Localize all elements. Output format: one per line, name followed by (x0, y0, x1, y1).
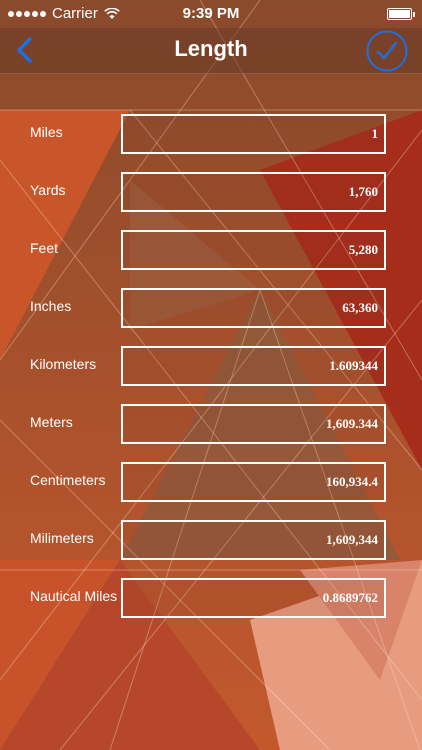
unit-value-field[interactable]: 1,760 (121, 172, 386, 212)
unit-label: Feet (30, 240, 59, 256)
status-bar: Carrier 9:39 PM (0, 0, 422, 28)
checkmark-icon (366, 30, 408, 72)
unit-label: Milimeters (30, 530, 94, 546)
done-button[interactable] (366, 30, 408, 72)
unit-value-field[interactable]: 5,280 (121, 230, 386, 270)
unit-row-yards: Yards 1,760 (0, 172, 422, 230)
unit-value-field[interactable]: 1,609.344 (121, 404, 386, 444)
unit-label: Meters (30, 414, 73, 430)
unit-row-meters: Meters 1,609.344 (0, 404, 422, 462)
page-title: Length (174, 36, 248, 61)
unit-value-field[interactable]: 63,360 (121, 288, 386, 328)
unit-row-nautical-miles: Nautical Miles 0.8689762 (0, 578, 422, 636)
unit-value-field[interactable]: 1.609344 (121, 346, 386, 386)
unit-row-feet: Feet 5,280 (0, 230, 422, 288)
unit-list: Miles 1 Yards 1,760 Feet 5,280 Inches 63… (0, 114, 422, 636)
status-time: 9:39 PM (182, 5, 240, 22)
unit-row-miles: Miles 1 (0, 114, 422, 172)
navigation-bar: Length (0, 28, 422, 74)
unit-label: Kilometers (30, 356, 97, 372)
unit-label: Yards (30, 182, 66, 198)
unit-value-field[interactable]: 1 (121, 114, 386, 154)
unit-value-field[interactable]: 0.8689762 (121, 578, 386, 618)
unit-label: Miles (30, 124, 63, 140)
unit-row-kilometers: Kilometers 1.609344 (0, 346, 422, 404)
unit-label: Centimeters (30, 472, 106, 488)
unit-label: Nautical Miles (30, 588, 118, 604)
unit-label: Inches (30, 298, 72, 314)
unit-row-milimeters: Milimeters 1,609,344 (0, 520, 422, 578)
unit-value-field[interactable]: 160,934.4 (121, 462, 386, 502)
battery-icon (387, 8, 415, 20)
unit-value-field[interactable]: 1,609,344 (121, 520, 386, 560)
unit-row-inches: Inches 63,360 (0, 288, 422, 346)
unit-row-centimeters: Centimeters 160,934.4 (0, 462, 422, 520)
